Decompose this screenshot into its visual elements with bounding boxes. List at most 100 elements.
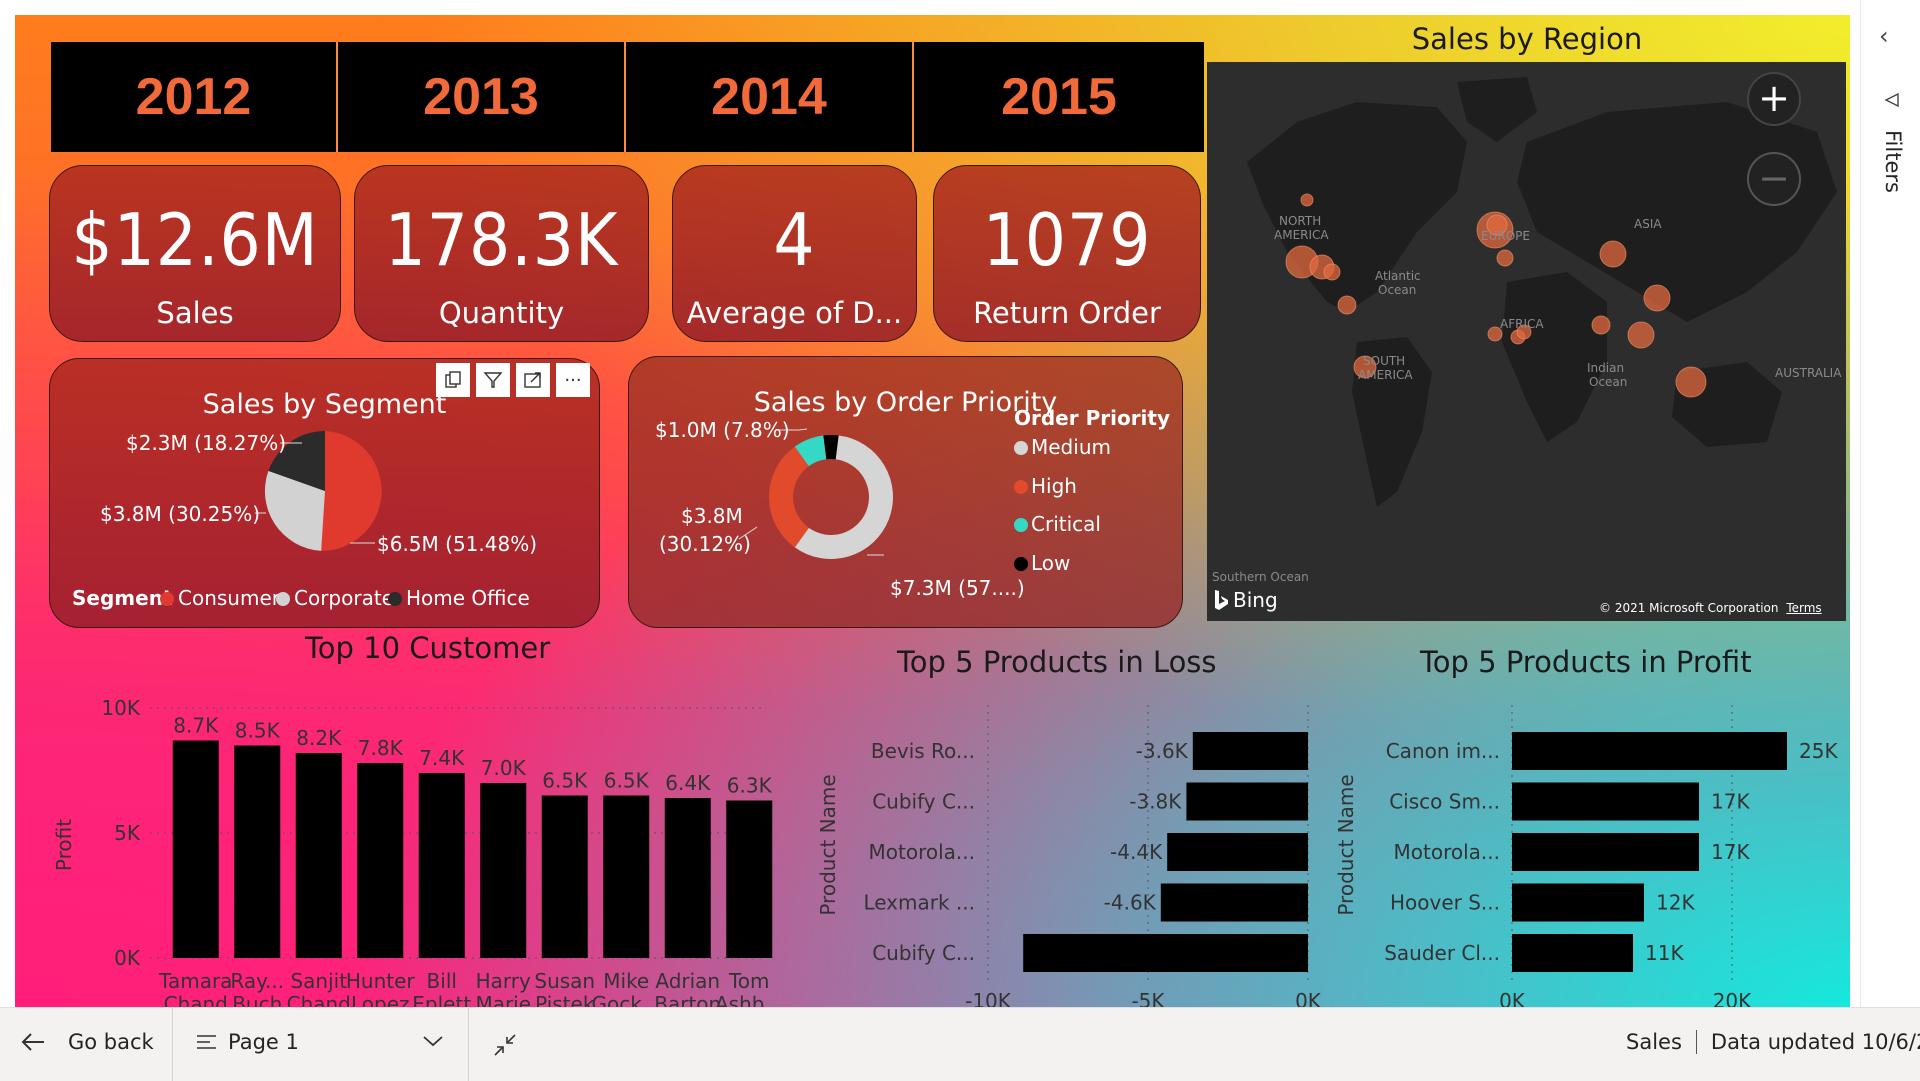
x-tick-label: Ray... [230, 969, 284, 993]
y-tick-label: Motorola... [869, 840, 975, 864]
bar[interactable] [603, 795, 650, 959]
legend-item-consumer[interactable]: Consumer [178, 586, 281, 610]
map-bubble[interactable] [1323, 263, 1341, 281]
map-bubble[interactable] [1627, 321, 1655, 349]
map-label: Southern Ocean [1212, 570, 1309, 584]
bar[interactable] [664, 798, 711, 958]
legend-item-low[interactable]: Low [1031, 551, 1070, 575]
data-label: 7.4K [419, 746, 465, 770]
collapse-icon[interactable] [492, 1032, 518, 1058]
zoom-out-button[interactable]: − [1747, 152, 1801, 206]
map-bubble[interactable] [1337, 295, 1357, 315]
bar[interactable] [480, 783, 527, 958]
x-tick-label: Hunter [346, 969, 416, 993]
data-label: 8.5K [235, 719, 281, 743]
bar[interactable] [1512, 732, 1787, 770]
map-bubble[interactable] [1675, 366, 1707, 398]
page-selector[interactable]: Page 1 [196, 1030, 446, 1054]
data-label: 6.5K [542, 769, 588, 793]
menu-lines-icon [197, 1035, 216, 1049]
map-label: Indian [1587, 361, 1624, 375]
x-tick-label: Gock... [592, 992, 661, 1007]
terms-link[interactable]: Terms [1786, 601, 1821, 615]
x-tick-label: -5K [1131, 989, 1165, 1007]
donut-slice-high[interactable] [769, 446, 809, 548]
bottom-bar: Go back Page 1 Sales Data updated 10/6/2… [0, 1007, 1920, 1081]
go-back-button[interactable]: Go back [20, 1030, 154, 1054]
bar[interactable] [541, 795, 588, 959]
sales-map[interactable]: NORTH AMERICA Atlantic Ocean SOUTH AMERI… [1207, 62, 1846, 621]
map-label: AFRICA [1500, 317, 1544, 331]
bar[interactable] [1160, 883, 1308, 922]
y-axis-label: Product Name [816, 774, 840, 915]
bar[interactable] [1192, 732, 1308, 770]
legend-marker-critical [1014, 518, 1028, 532]
bar[interactable] [172, 740, 219, 959]
y-axis-label: Product Name [1334, 774, 1358, 915]
bar[interactable] [726, 800, 773, 959]
status-area: Sales Data updated 10/6/21 [1626, 1030, 1920, 1054]
legend-marker-medium [1014, 441, 1028, 455]
map-bubble[interactable] [1643, 284, 1671, 312]
filters-pane-collapsed[interactable]: ‹ Filters [1860, 0, 1920, 1007]
bar[interactable] [1512, 782, 1699, 821]
data-label: 11K [1645, 941, 1684, 965]
year-button-2014[interactable]: 2014 [626, 42, 914, 152]
year-button-2012[interactable]: 2012 [51, 42, 338, 152]
x-tick-label: Barton [654, 992, 721, 1007]
bar[interactable] [1512, 934, 1633, 972]
legend-item-critical[interactable]: Critical [1031, 512, 1101, 536]
chevron-left-icon[interactable]: ‹ [1879, 22, 1889, 50]
bar[interactable] [1023, 934, 1308, 972]
data-label: 17K [1711, 790, 1750, 814]
legend-marker-corporate [276, 592, 290, 606]
kpi-card-average[interactable]: 4 Average of D... [672, 165, 917, 342]
bar[interactable] [1186, 782, 1308, 821]
legend-item-medium[interactable]: Medium [1031, 435, 1111, 459]
bar[interactable] [1512, 883, 1644, 922]
filters-label[interactable]: Filters [1881, 130, 1905, 193]
legend-item-home-office[interactable]: Home Office [406, 586, 530, 610]
kpi-card-quantity[interactable]: 178.3K Quantity [354, 165, 649, 342]
filter-icon[interactable] [476, 363, 510, 397]
priority-chart-card[interactable]: Sales by Order Priority $1.0M (7.8%) $3.… [628, 356, 1183, 628]
kpi-card-return-order[interactable]: 1079 Return Order [933, 165, 1201, 342]
y-tick-label: Hoover S... [1390, 891, 1500, 915]
map-bubble[interactable] [1496, 249, 1514, 267]
pie-slice-consumer[interactable] [321, 431, 382, 551]
x-tick-label: Buch [232, 992, 282, 1007]
legend-item-corporate[interactable]: Corporate [294, 586, 394, 610]
year-button-2015[interactable]: 2015 [914, 42, 1204, 152]
kpi-value: $12.6M [71, 198, 319, 282]
kpi-label: Quantity [438, 296, 565, 330]
map-bubble[interactable] [1599, 240, 1627, 268]
more-options-icon[interactable]: ··· [556, 363, 590, 397]
x-tick-label: Harry [476, 969, 531, 993]
map-bubble[interactable] [1591, 315, 1611, 335]
zoom-in-button[interactable]: + [1747, 72, 1801, 126]
copy-icon[interactable] [436, 363, 470, 397]
bar[interactable] [357, 763, 404, 958]
year-button-2013[interactable]: 2013 [338, 42, 626, 152]
segment-chart-card[interactable]: Sales by Segment $2.3M (18.27%) $3.8M (3… [49, 358, 600, 628]
bar[interactable] [1512, 833, 1699, 871]
bar[interactable] [234, 745, 281, 959]
y-tick-label: Cubify C... [872, 790, 975, 814]
map-label: AUSTRALIA [1775, 366, 1842, 380]
data-label: 6.3K [727, 774, 773, 798]
map-label: EUROPE [1481, 229, 1530, 243]
legend-item-high[interactable]: High [1031, 474, 1077, 498]
bar[interactable] [418, 773, 465, 958]
bar[interactable] [295, 753, 342, 958]
legend-title: Order Priority [1014, 406, 1170, 430]
bing-text: Bing [1233, 588, 1278, 612]
data-label: 6.4K [665, 771, 711, 795]
bing-icon [1215, 590, 1228, 610]
slice-label-home-office: $2.3M (18.27%) [126, 431, 286, 455]
kpi-card-sales[interactable]: $12.6M Sales [49, 165, 341, 342]
x-tick-label: -10K [965, 989, 1012, 1007]
bar[interactable] [1167, 833, 1308, 871]
focus-mode-icon[interactable] [516, 363, 550, 397]
map-bubble[interactable] [1300, 193, 1314, 207]
kpi-label: Return Order [973, 296, 1161, 330]
